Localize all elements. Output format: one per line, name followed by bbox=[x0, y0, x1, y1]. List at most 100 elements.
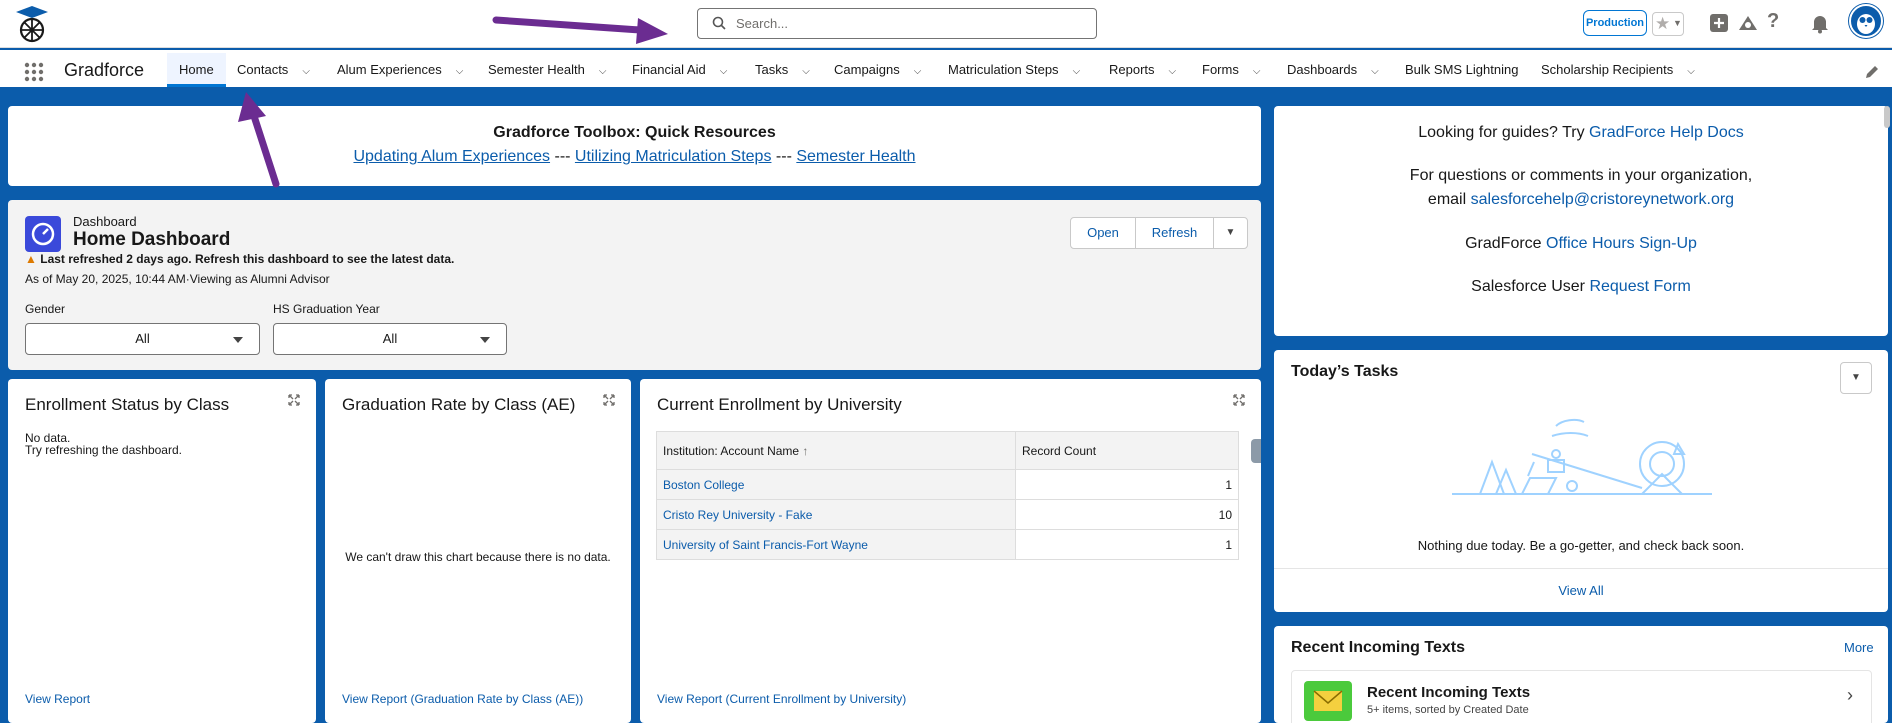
link-updating-alum-experiences[interactable]: Updating Alum Experiences bbox=[353, 148, 550, 165]
tab-forms[interactable]: Forms ⌵ bbox=[1202, 53, 1260, 87]
tab-bulk-sms-lightning[interactable]: Bulk SMS Lightning bbox=[1405, 53, 1518, 87]
chevron-down-icon[interactable]: ⌵ bbox=[456, 55, 464, 89]
help-line-questions: For questions or comments in your organi… bbox=[1409, 167, 1753, 184]
office-hours-link[interactable]: Office Hours Sign-Up bbox=[1546, 235, 1697, 252]
institution-link[interactable]: Boston College bbox=[663, 478, 744, 492]
record-count: 10 bbox=[1015, 499, 1239, 530]
table-row: Cristo Rey University - Fake 10 bbox=[656, 499, 1239, 530]
table-header-row: Institution: Account Name ↑ Record Count bbox=[656, 431, 1239, 470]
tab-financial-aid[interactable]: Financial Aid ⌵ bbox=[632, 53, 727, 87]
expand-icon[interactable] bbox=[603, 394, 615, 406]
column-header[interactable]: Institution: Account Name ↑ bbox=[656, 431, 1016, 470]
view-all-tasks-link[interactable]: View All bbox=[1274, 583, 1888, 598]
divider bbox=[1274, 568, 1888, 569]
institution-link[interactable]: University of Saint Francis-Fort Wayne bbox=[663, 538, 868, 552]
tab-home[interactable]: Home bbox=[167, 53, 226, 87]
as-of-text: As of May 20, 2025, 10:44 AM·Viewing as … bbox=[25, 272, 330, 286]
enrollment-table: Institution: Account Name ↑ Record Count… bbox=[656, 431, 1239, 560]
chevron-down-icon[interactable]: ⌵ bbox=[802, 55, 810, 89]
help-docs-link[interactable]: GradForce Help Docs bbox=[1589, 124, 1744, 141]
refresh-warning: ▲ Last refreshed 2 days ago. Refresh thi… bbox=[25, 252, 454, 266]
view-report-link[interactable]: View Report (Graduation Rate by Class (A… bbox=[342, 692, 583, 706]
user-owl-icon bbox=[1857, 14, 1875, 34]
tab-semester-health[interactable]: Semester Health ⌵ bbox=[488, 53, 606, 87]
column-header[interactable]: Record Count bbox=[1015, 431, 1239, 470]
app-nav-bar: Gradforce Home Contacts ⌵ Alum Experience… bbox=[0, 50, 1892, 90]
dashboard-menu-button[interactable]: ▼ bbox=[1213, 217, 1248, 249]
chevron-down-icon[interactable]: ⌵ bbox=[1169, 55, 1177, 89]
app-name: Gradforce bbox=[64, 60, 145, 80]
favorites-button[interactable]: ★ ▼ bbox=[1652, 12, 1684, 36]
tab-label: Matriculation Steps bbox=[948, 62, 1059, 77]
tab-label: Forms bbox=[1202, 62, 1239, 77]
tab-label: Contacts bbox=[237, 62, 289, 77]
tasks-menu-button[interactable]: ▼ bbox=[1840, 362, 1872, 394]
support-email-link[interactable]: salesforcehelp@cristoreynetwork.org bbox=[1471, 191, 1734, 208]
help-text: Looking for guides? Try bbox=[1418, 124, 1590, 141]
help-text: Salesforce User bbox=[1471, 278, 1590, 295]
global-header: Search... Production ★ ▼ ? bbox=[0, 0, 1892, 48]
view-report-link[interactable]: View Report bbox=[25, 692, 90, 706]
link-utilizing-matriculation-steps[interactable]: Utilizing Matriculation Steps bbox=[575, 148, 772, 165]
help-line-guides: Looking for guides? Try GradForce Help D… bbox=[1274, 124, 1888, 142]
global-actions-add-icon[interactable] bbox=[1708, 12, 1730, 34]
list-item[interactable]: Recent Incoming Texts 5+ items, sorted b… bbox=[1291, 670, 1872, 723]
help-card: Looking for guides? Try GradForce Help D… bbox=[1274, 106, 1888, 336]
institution-link[interactable]: Cristo Rey University - Fake bbox=[663, 508, 812, 522]
trailhead-icon[interactable] bbox=[1737, 12, 1759, 34]
tab-alum-experiences[interactable]: Alum Experiences ⌵ bbox=[337, 53, 463, 87]
refresh-button[interactable]: Refresh bbox=[1135, 217, 1214, 249]
toolbox-title: Gradforce Toolbox: Quick Resources bbox=[493, 124, 776, 141]
chevron-down-icon[interactable]: ⌵ bbox=[302, 55, 310, 89]
chevron-down-icon[interactable]: ⌵ bbox=[1073, 55, 1081, 89]
tab-dashboards[interactable]: Dashboards ⌵ bbox=[1287, 53, 1379, 87]
help-icon[interactable]: ? bbox=[1767, 10, 1789, 32]
tab-label: Alum Experiences bbox=[337, 62, 442, 77]
tab-label: Financial Aid bbox=[632, 62, 706, 77]
hs-graduation-year-filter-select[interactable]: All bbox=[273, 323, 507, 355]
record-count: 1 bbox=[1015, 469, 1239, 500]
link-semester-health[interactable]: Semester Health bbox=[796, 148, 915, 165]
warning-icon: ▲ bbox=[25, 252, 37, 266]
tab-campaigns[interactable]: Campaigns ⌵ bbox=[834, 53, 921, 87]
search-icon bbox=[712, 16, 726, 30]
edit-nav-pencil-icon[interactable] bbox=[1864, 64, 1880, 80]
global-search-input[interactable]: Search... bbox=[697, 8, 1097, 39]
tab-scholarship-recipients[interactable]: Scholarship Recipients ⌵ bbox=[1541, 53, 1695, 87]
sort-ascending-icon: ↑ bbox=[802, 443, 809, 458]
chevron-down-icon[interactable]: ⌵ bbox=[1253, 55, 1261, 89]
texts-title: Recent Incoming Texts bbox=[1291, 639, 1465, 656]
user-avatar[interactable] bbox=[1849, 4, 1883, 38]
tab-label: Semester Health bbox=[488, 62, 585, 77]
table-scroll-handle[interactable] bbox=[1251, 439, 1261, 463]
tab-matriculation-steps[interactable]: Matriculation Steps ⌵ bbox=[948, 53, 1080, 87]
chevron-down-icon[interactable]: ⌵ bbox=[720, 55, 728, 89]
expand-icon[interactable] bbox=[288, 394, 300, 406]
open-button[interactable]: Open bbox=[1070, 217, 1136, 249]
dropdown-arrow-icon bbox=[480, 337, 490, 343]
graduation-rate-card: Graduation Rate by Class (AE) We can't d… bbox=[325, 379, 631, 723]
tab-tasks[interactable]: Tasks ⌵ bbox=[755, 53, 810, 87]
chevron-down-icon[interactable]: ⌵ bbox=[1371, 55, 1379, 89]
expand-icon[interactable] bbox=[1233, 394, 1245, 406]
more-link[interactable]: More bbox=[1844, 640, 1874, 655]
notifications-bell-icon[interactable] bbox=[1809, 12, 1831, 34]
app-logo-icon[interactable] bbox=[12, 4, 52, 44]
chevron-down-icon[interactable]: ⌵ bbox=[914, 55, 922, 89]
help-line-office-hours: GradForce Office Hours Sign-Up bbox=[1274, 235, 1888, 253]
gender-filter-select[interactable]: All bbox=[25, 323, 260, 355]
column-header-label: Record Count bbox=[1022, 443, 1097, 458]
help-line-email: email salesforcehelp@cristoreynetwork.or… bbox=[1274, 191, 1888, 209]
chevron-down-icon[interactable]: ⌵ bbox=[599, 55, 607, 89]
tab-reports[interactable]: Reports ⌵ bbox=[1109, 53, 1176, 87]
right-scrollbar-thumb[interactable] bbox=[1884, 106, 1890, 128]
component-title: Graduation Rate by Class (AE) bbox=[342, 395, 576, 414]
request-form-link[interactable]: Request Form bbox=[1589, 278, 1690, 295]
chevron-down-icon[interactable]: ⌵ bbox=[1687, 55, 1695, 89]
app-launcher-icon[interactable] bbox=[24, 62, 44, 82]
tab-contacts[interactable]: Contacts ⌵ bbox=[237, 53, 310, 87]
view-report-link[interactable]: View Report (Current Enrollment by Unive… bbox=[657, 692, 906, 706]
dashboard-type-label: Dashboard bbox=[73, 214, 137, 229]
star-icon: ★ bbox=[1655, 14, 1671, 33]
environment-badge: Production bbox=[1583, 10, 1647, 36]
